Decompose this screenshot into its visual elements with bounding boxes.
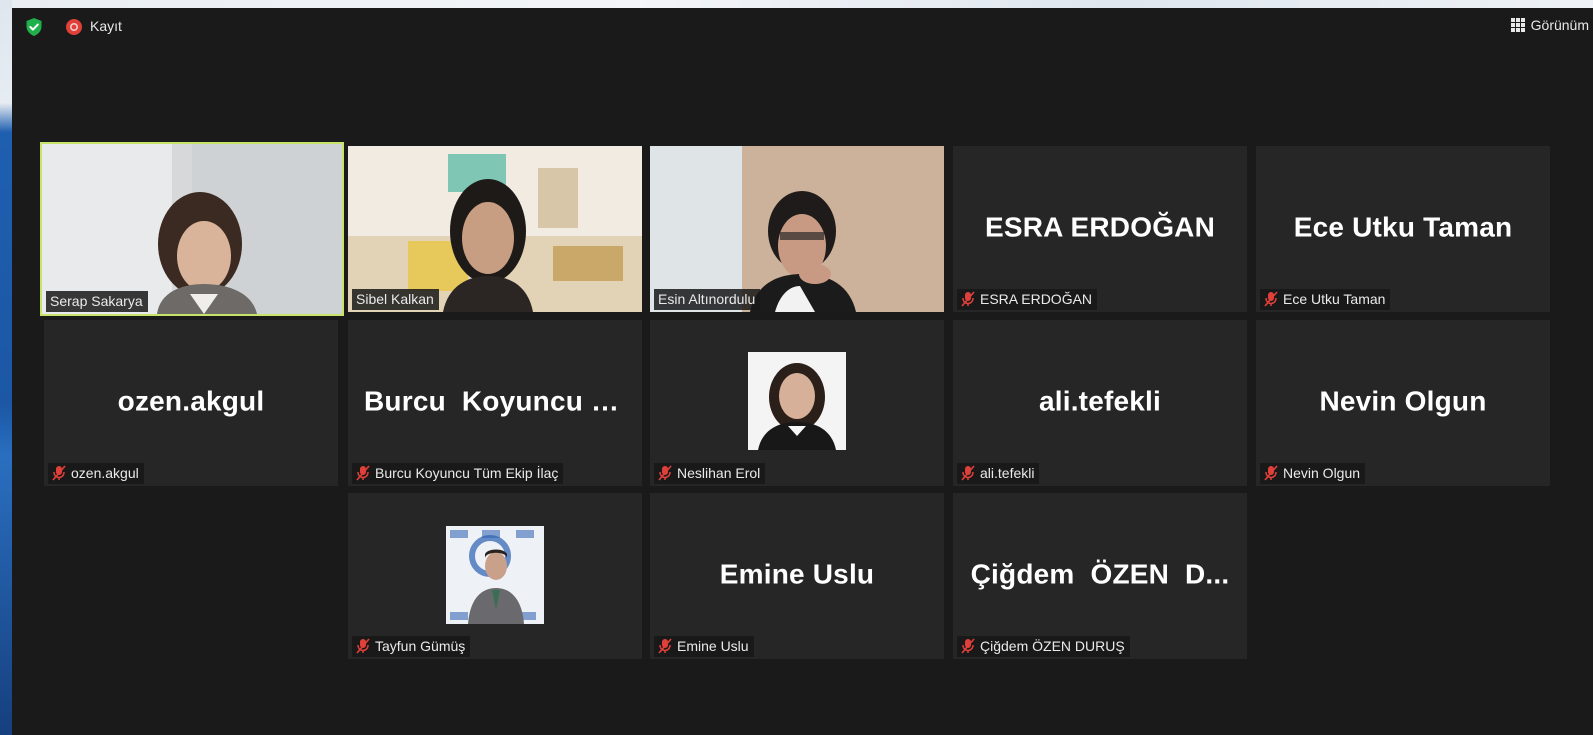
video-tile-ali-tefekli[interactable]: ali.tefekli ali.tefekli bbox=[953, 320, 1247, 486]
microphone-muted-icon bbox=[356, 638, 370, 654]
microphone-muted-icon bbox=[356, 465, 370, 481]
participant-display-name: ESRA ERDOĞAN bbox=[984, 211, 1216, 243]
participant-nameplate: Çiğdem ÖZEN DURUŞ bbox=[957, 636, 1130, 657]
video-tile-ece-utku-taman[interactable]: Ece Utku Taman Ece Utku Taman bbox=[1256, 146, 1550, 312]
participant-display-name: Emine Uslu bbox=[719, 558, 875, 590]
microphone-muted-icon bbox=[1264, 291, 1278, 307]
grid-icon bbox=[1510, 18, 1525, 32]
participant-nameplate: Serap Sakarya bbox=[46, 291, 148, 312]
microphone-muted-icon bbox=[658, 465, 672, 481]
profile-photo bbox=[446, 526, 544, 624]
participant-nameplate: Esin Altınordulu bbox=[654, 289, 761, 310]
participant-nameplate: Sibel Kalkan bbox=[352, 289, 439, 310]
video-tile-cigdem-ozen-durus[interactable]: Çiğdem ÖZEN D... Çiğdem ÖZEN DURUŞ bbox=[953, 493, 1247, 659]
video-tile-ozen-akgul[interactable]: ozen.akgul ozen.akgul bbox=[44, 320, 338, 486]
microphone-muted-icon bbox=[1264, 465, 1278, 481]
video-tile-tayfun-gumus[interactable]: Tayfun Gümüş bbox=[348, 493, 642, 659]
profile-photo bbox=[748, 352, 846, 450]
microphone-muted-icon bbox=[658, 638, 672, 654]
microphone-muted-icon bbox=[961, 638, 975, 654]
participant-nameplate: ESRA ERDOĞAN bbox=[957, 289, 1098, 310]
video-tile-emine-uslu[interactable]: Emine Uslu Emine Uslu bbox=[650, 493, 944, 659]
video-tile-sibel-kalkan[interactable]: Sibel Kalkan bbox=[348, 146, 642, 312]
shield-check-icon[interactable] bbox=[24, 17, 44, 37]
view-button[interactable]: Görünüm bbox=[1510, 14, 1589, 36]
participant-nameplate: ali.tefekli bbox=[957, 463, 1040, 484]
participant-display-name: Nevin Olgun bbox=[1319, 385, 1487, 417]
video-tile-esin-altinordulu[interactable]: Esin Altınordulu bbox=[650, 146, 944, 312]
participant-nameplate: ozen.akgul bbox=[48, 463, 144, 484]
video-tile-nevin-olgun[interactable]: Nevin Olgun Nevin Olgun bbox=[1256, 320, 1550, 486]
participant-video bbox=[348, 146, 642, 312]
record-icon bbox=[66, 19, 82, 35]
participant-nameplate: Ece Utku Taman bbox=[1260, 289, 1391, 310]
participant-video bbox=[42, 144, 342, 314]
desktop-background-top bbox=[0, 0, 1593, 8]
participant-display-name: Burcu Koyuncu T... bbox=[364, 385, 638, 417]
meeting-top-bar bbox=[12, 8, 1593, 46]
meeting-window: Kayıt Görünüm Serap Sakarya Sibel Kalkan… bbox=[0, 0, 1593, 735]
video-tile-esra-erdogan[interactable]: ESRA ERDOĞAN ESRA ERDOĞAN bbox=[953, 146, 1247, 312]
recording-label: Kayıt bbox=[90, 18, 122, 34]
video-tile-neslihan-erol[interactable]: Neslihan Erol bbox=[650, 320, 944, 486]
participant-display-name: Ece Utku Taman bbox=[1293, 211, 1513, 243]
participant-nameplate: Nevin Olgun bbox=[1260, 463, 1366, 484]
participant-nameplate: Burcu Koyuncu Tüm Ekip İlaç bbox=[352, 463, 564, 484]
participant-nameplate: Emine Uslu bbox=[654, 636, 754, 657]
participant-display-name: ozen.akgul bbox=[117, 385, 265, 417]
participant-nameplate: Neslihan Erol bbox=[654, 463, 766, 484]
participant-display-name: ali.tefekli bbox=[1038, 385, 1162, 417]
view-label: Görünüm bbox=[1530, 17, 1589, 33]
participant-display-name: Çiğdem ÖZEN D... bbox=[970, 558, 1230, 590]
microphone-muted-icon bbox=[961, 291, 975, 307]
video-tile-serap-sakarya[interactable]: Serap Sakarya bbox=[40, 142, 344, 316]
participant-nameplate: Tayfun Gümüş bbox=[352, 636, 471, 657]
participant-video bbox=[650, 146, 944, 312]
microphone-muted-icon bbox=[961, 465, 975, 481]
video-tile-burcu-koyuncu[interactable]: Burcu Koyuncu T... Burcu Koyuncu Tüm Eki… bbox=[348, 320, 642, 486]
desktop-background-left bbox=[0, 0, 12, 735]
microphone-muted-icon bbox=[52, 465, 66, 481]
